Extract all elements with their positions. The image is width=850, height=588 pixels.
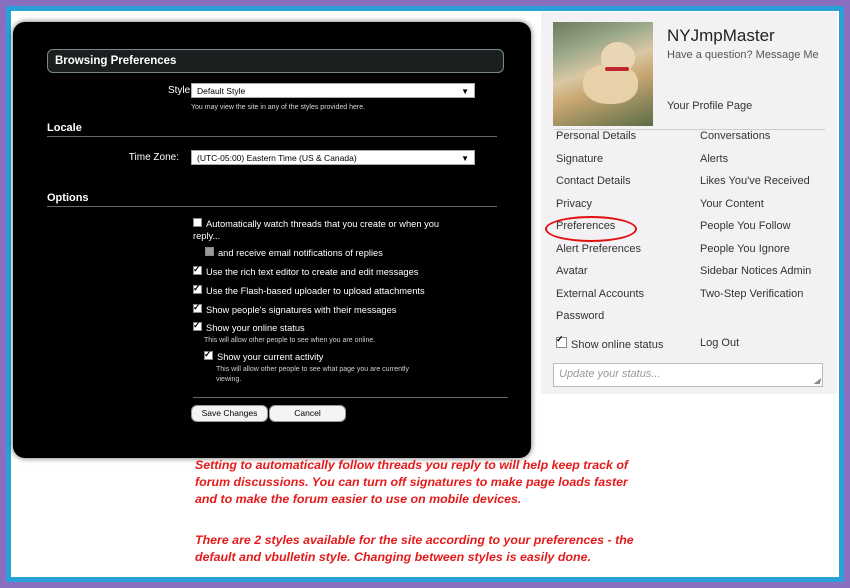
hint-line: This will allow other people to see what… <box>216 366 409 373</box>
status-input[interactable]: Update your status... ◢ <box>553 363 823 387</box>
nav-external-accounts[interactable]: External Accounts <box>556 288 644 300</box>
nav-people-you-ignore[interactable]: People You Ignore <box>700 243 790 255</box>
locale-heading: Locale <box>47 122 497 137</box>
option-label: and receive email notifications of repli… <box>218 248 383 258</box>
caption-line: forum discussions. You can turn off sign… <box>195 475 628 489</box>
nav-contact-details[interactable]: Contact Details <box>556 175 631 187</box>
profile-panel: NYJmpMaster Have a question? Message Me … <box>541 12 837 394</box>
highlight-annotation <box>545 216 637 242</box>
option-rich-text-editor[interactable]: Use the rich text editor to create and e… <box>193 263 419 278</box>
dropdown-arrow-icon: ▼ <box>461 87 469 96</box>
browsing-preferences-panel: Browsing Preferences Style: Default Styl… <box>13 22 531 458</box>
timezone-select-value: (UTC-05:00) Eastern Time (US & Canada) <box>197 153 357 163</box>
section-title: Browsing Preferences <box>47 49 504 73</box>
avatar-collar <box>605 67 629 71</box>
option-online-status[interactable]: Show your online status <box>193 319 305 334</box>
checkbox-icon[interactable] <box>193 282 202 294</box>
option-label-continued: reply... <box>193 231 221 241</box>
nav-privacy[interactable]: Privacy <box>556 198 592 210</box>
nav-alert-preferences[interactable]: Alert Preferences <box>556 243 641 255</box>
nav-your-content[interactable]: Your Content <box>700 198 764 210</box>
checkbox-icon[interactable] <box>205 247 214 256</box>
nav-password[interactable]: Password <box>556 310 604 322</box>
dropdown-arrow-icon: ▼ <box>461 154 469 163</box>
avatar[interactable] <box>553 22 653 126</box>
style-select-value: Default Style <box>197 86 246 96</box>
checkbox-icon[interactable] <box>204 348 213 360</box>
nav-two-step-verification[interactable]: Two-Step Verification <box>700 288 803 300</box>
style-select[interactable]: Default Style ▼ <box>191 83 475 98</box>
caption-line: Setting to automatically follow threads … <box>195 458 629 472</box>
nav-avatar[interactable]: Avatar <box>556 265 588 277</box>
nav-conversations[interactable]: Conversations <box>700 130 770 142</box>
caption-paragraph-2: There are 2 styles available for the sit… <box>195 532 795 566</box>
nav-alerts[interactable]: Alerts <box>700 153 728 165</box>
option-label: Automatically watch threads that you cre… <box>206 219 440 229</box>
option-label: Use the rich text editor to create and e… <box>206 267 419 277</box>
option-watch-threads[interactable]: Automatically watch threads that you cre… <box>193 218 493 242</box>
option-label: Use the Flash-based uploader to upload a… <box>206 286 425 296</box>
online-status-toggle[interactable]: Show online status <box>556 334 664 351</box>
nav-personal-details[interactable]: Personal Details <box>556 130 636 142</box>
caption-line: and to make the forum easier to use on m… <box>195 492 522 506</box>
online-status-label: Show online status <box>571 339 664 351</box>
online-status-hint: This will allow other people to see when… <box>204 337 376 344</box>
checkbox-icon[interactable] <box>193 218 202 227</box>
caption-line: There are 2 styles available for the sit… <box>195 533 634 547</box>
style-label: Style: <box>167 85 193 96</box>
checkbox-icon[interactable] <box>193 319 202 331</box>
options-heading: Options <box>47 192 497 207</box>
option-label: Show your current activity <box>217 352 324 362</box>
cancel-button[interactable]: Cancel <box>269 405 346 422</box>
username[interactable]: NYJmpMaster <box>667 26 775 46</box>
nav-likes-received[interactable]: Likes You've Received <box>700 175 810 187</box>
logout-link[interactable]: Log Out <box>700 337 739 349</box>
option-label: Show your online status <box>206 323 305 333</box>
caption-line: default and vbulletin style. Changing be… <box>195 550 591 564</box>
checkbox-icon[interactable] <box>193 301 202 313</box>
save-changes-button[interactable]: Save Changes <box>191 405 268 422</box>
option-label: Show people's signatures with their mess… <box>206 305 397 315</box>
nav-people-you-follow[interactable]: People You Follow <box>700 220 791 232</box>
tagline: Have a question? Message Me <box>667 49 819 61</box>
checkbox-icon[interactable] <box>193 263 202 275</box>
checkbox-icon[interactable] <box>556 334 567 348</box>
timezone-select[interactable]: (UTC-05:00) Eastern Time (US & Canada) ▼ <box>191 150 475 165</box>
style-hint: You may view the site in any of the styl… <box>191 104 366 111</box>
option-current-activity[interactable]: Show your current activity <box>204 348 324 363</box>
option-flash-uploader[interactable]: Use the Flash-based uploader to upload a… <box>193 282 425 297</box>
option-show-signatures[interactable]: Show people's signatures with their mess… <box>193 301 397 316</box>
nav-sidebar-notices-admin[interactable]: Sidebar Notices Admin <box>700 265 811 277</box>
nav-signature[interactable]: Signature <box>556 153 603 165</box>
status-placeholder: Update your status... <box>559 368 661 380</box>
option-email-notifications[interactable]: and receive email notifications of repli… <box>205 247 383 259</box>
profile-page-link[interactable]: Your Profile Page <box>667 100 752 112</box>
timezone-label: Time Zone: <box>128 152 179 163</box>
caption-paragraph-1: Setting to automatically follow threads … <box>195 457 795 508</box>
divider <box>193 397 508 398</box>
current-activity-hint: This will allow other people to see what… <box>216 365 409 385</box>
hint-line: viewing. <box>216 376 242 383</box>
resize-grip-icon[interactable]: ◢ <box>814 376 820 385</box>
